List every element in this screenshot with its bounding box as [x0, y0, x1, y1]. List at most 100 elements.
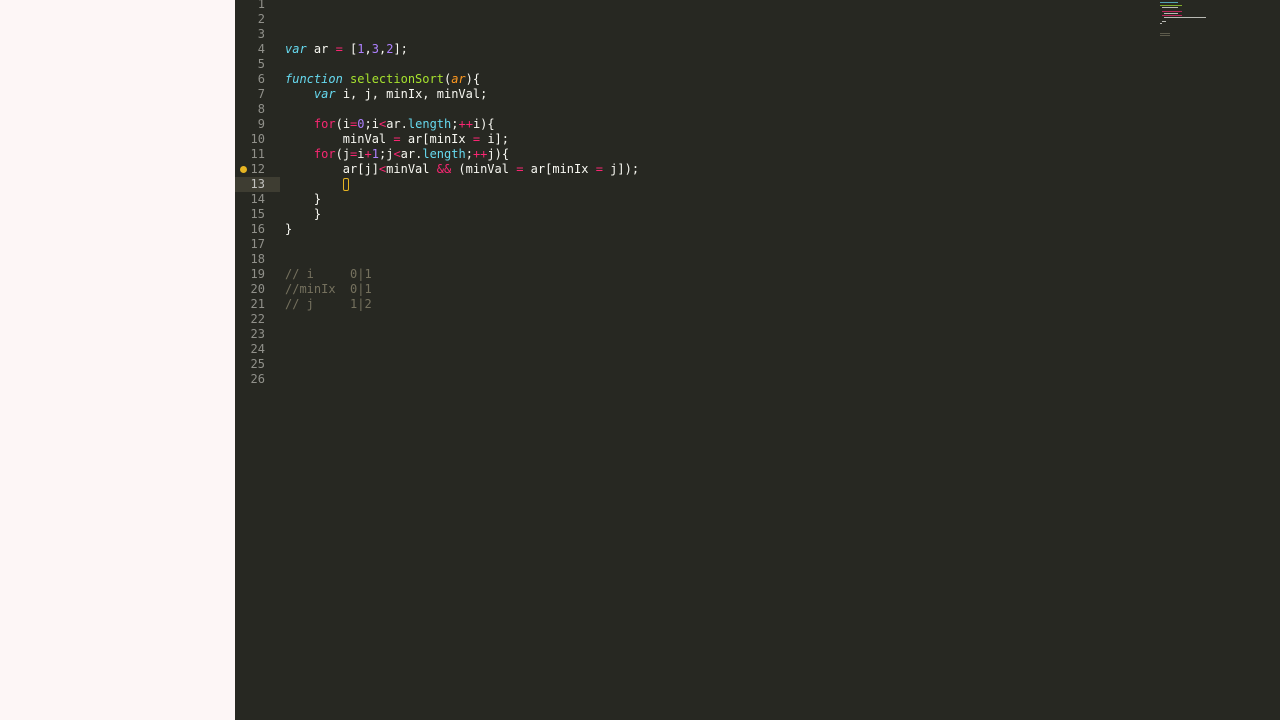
code-token: ;: [465, 147, 473, 161]
line-number[interactable]: 14: [235, 192, 265, 207]
code-line[interactable]: 9 for(i=0;i<ar.length;++i){: [235, 117, 1280, 132]
code-line[interactable]: 2: [235, 12, 1280, 27]
code-token: // j 1|2: [285, 297, 372, 311]
line-number[interactable]: 4: [235, 42, 265, 57]
line-number[interactable]: 1: [235, 0, 265, 12]
code-lines[interactable]: 1 2 3 4 var ar = [1,3,2]; 5 6 function selectio…: [235, 0, 1280, 387]
code-editor[interactable]: 1 2 3 4 var ar = [1,3,2]; 5 6 function selectio…: [235, 0, 1280, 720]
code-line[interactable]: 19 // i 0|1: [235, 267, 1280, 282]
minimap[interactable]: [1160, 2, 1210, 42]
code-token: selectionSort: [350, 72, 444, 86]
code-text[interactable]: var ar = [1,3,2];: [285, 42, 408, 57]
line-number[interactable]: 25: [235, 357, 265, 372]
code-token: for: [313, 147, 336, 161]
breakpoint-dot-icon[interactable]: [240, 166, 247, 173]
line-number[interactable]: 6: [235, 72, 265, 87]
code-line[interactable]: 17: [235, 237, 1280, 252]
line-number[interactable]: 26: [235, 372, 265, 387]
line-number[interactable]: 20: [235, 282, 265, 297]
line-number[interactable]: 9: [235, 117, 265, 132]
code-text[interactable]: minVal = ar[minIx = i];: [285, 132, 509, 147]
line-number[interactable]: 21: [235, 297, 265, 312]
code-text[interactable]: // j 1|2: [285, 297, 372, 312]
line-number[interactable]: 5: [235, 57, 265, 72]
code-line[interactable]: 3: [235, 27, 1280, 42]
code-line[interactable]: 5: [235, 57, 1280, 72]
code-token: var: [313, 87, 336, 101]
line-number[interactable]: 2: [235, 12, 265, 27]
line-number[interactable]: 7: [235, 87, 265, 102]
code-token: [: [342, 42, 358, 56]
code-token: ar.: [386, 117, 408, 131]
code-token: i, j, minIx, minVal;: [335, 87, 488, 101]
code-token: length: [407, 117, 452, 131]
code-text[interactable]: [285, 177, 349, 192]
code-token: &&: [436, 162, 452, 176]
line-number[interactable]: 19: [235, 267, 265, 282]
code-token: +: [364, 147, 372, 161]
code-line[interactable]: 13: [235, 177, 349, 192]
code-line[interactable]: 18: [235, 252, 1280, 267]
code-text[interactable]: function selectionSort(ar){: [285, 72, 480, 87]
line-number[interactable]: 18: [235, 252, 265, 267]
code-text[interactable]: ar[j]<minVal && (minVal = ar[minIx = j])…: [285, 162, 639, 177]
line-number[interactable]: 17: [235, 237, 265, 252]
line-number[interactable]: 10: [235, 132, 265, 147]
code-line[interactable]: 26: [235, 372, 1280, 387]
code-line[interactable]: 1: [235, 0, 1280, 12]
line-number[interactable]: 13: [235, 177, 265, 192]
code-token: length: [422, 147, 466, 161]
code-token: ];: [393, 42, 408, 56]
code-token: for: [313, 117, 336, 131]
code-line[interactable]: 10 minVal = ar[minIx = i];: [235, 132, 1280, 147]
line-number[interactable]: 22: [235, 312, 265, 327]
line-number[interactable]: 16: [235, 222, 265, 237]
code-token: 3: [371, 42, 379, 56]
line-number[interactable]: 3: [235, 27, 265, 42]
code-token: j]);: [602, 162, 640, 176]
code-line[interactable]: 24: [235, 342, 1280, 357]
code-token: ar[minIx: [400, 132, 473, 146]
text-cursor: [342, 178, 349, 191]
code-token: ,: [364, 42, 372, 56]
code-line[interactable]: 23: [235, 327, 1280, 342]
code-token: }: [285, 192, 322, 206]
code-token: ){: [465, 72, 481, 86]
code-line[interactable]: 15 }: [235, 207, 1280, 222]
code-text[interactable]: var i, j, minIx, minVal;: [285, 87, 487, 102]
code-line[interactable]: 14 }: [235, 192, 1280, 207]
code-text[interactable]: // i 0|1: [285, 267, 372, 282]
code-line[interactable]: 11 for(j=i+1;j<ar.length;++j){: [235, 147, 1280, 162]
line-number[interactable]: 15: [235, 207, 265, 222]
side-panel: [0, 0, 235, 720]
code-line[interactable]: 6 function selectionSort(ar){: [235, 72, 1280, 87]
line-number[interactable]: 23: [235, 327, 265, 342]
line-number[interactable]: 8: [235, 102, 265, 117]
code-text[interactable]: }: [285, 192, 321, 207]
code-line[interactable]: 22: [235, 312, 1280, 327]
code-line[interactable]: 12 ar[j]<minVal && (minVal = ar[minIx = …: [235, 162, 1280, 177]
code-token: =: [472, 132, 481, 146]
code-text[interactable]: for(i=0;i<ar.length;++i){: [285, 117, 495, 132]
code-text[interactable]: }: [285, 222, 292, 237]
code-token: ar[j]: [285, 162, 379, 176]
code-text[interactable]: for(j=i+1;j<ar.length;++j){: [285, 147, 509, 162]
code-line[interactable]: 4 var ar = [1,3,2];: [235, 42, 1280, 57]
code-token: 1: [357, 42, 365, 56]
code-text[interactable]: //minIx 0|1: [285, 282, 372, 297]
code-line[interactable]: 7 var i, j, minIx, minVal;: [235, 87, 1280, 102]
code-line[interactable]: 20 //minIx 0|1: [235, 282, 1280, 297]
code-token: // i 0|1: [285, 267, 372, 281]
code-line[interactable]: 16}: [235, 222, 1280, 237]
code-line[interactable]: 8: [235, 102, 1280, 117]
code-line[interactable]: 25: [235, 357, 1280, 372]
code-token: 0: [357, 117, 365, 131]
line-number[interactable]: 24: [235, 342, 265, 357]
code-token: (i: [335, 117, 351, 131]
code-text[interactable]: }: [285, 207, 321, 222]
code-line[interactable]: 21 // j 1|2: [235, 297, 1280, 312]
line-number[interactable]: 11: [235, 147, 265, 162]
code-token: i: [357, 147, 365, 161]
